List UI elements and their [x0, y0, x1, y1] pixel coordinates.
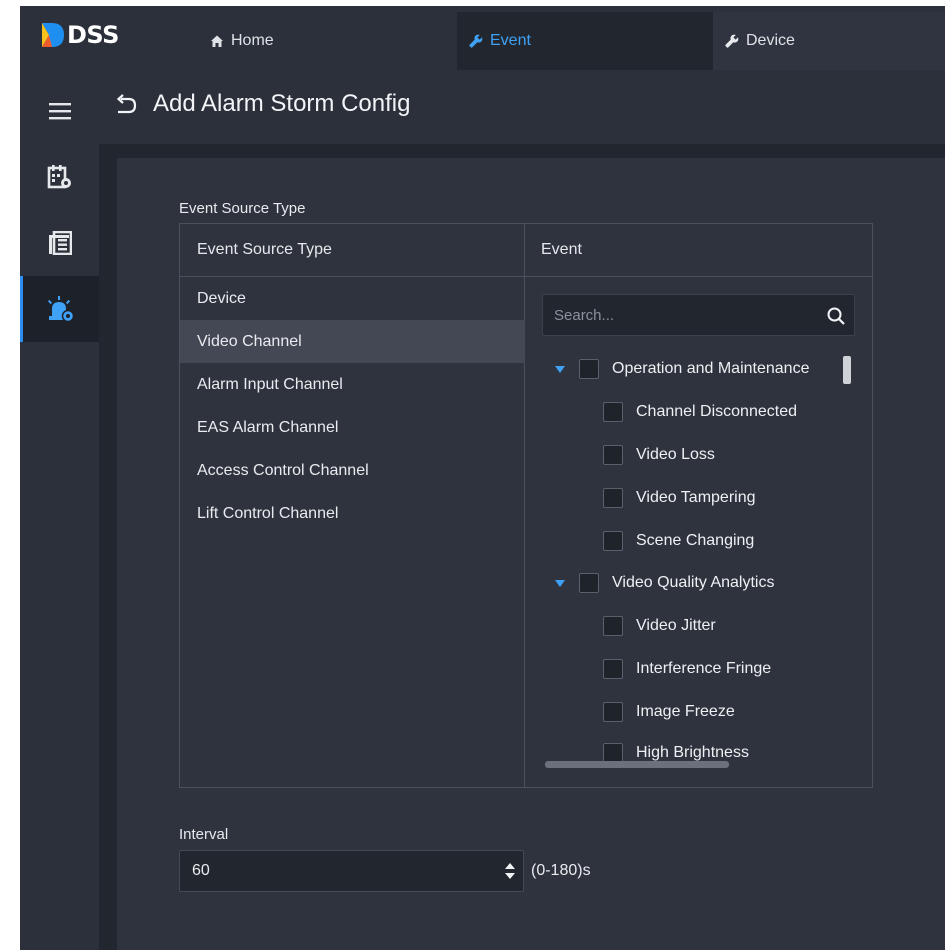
checkbox[interactable]	[603, 531, 623, 551]
event-search-input[interactable]	[543, 295, 813, 335]
calendar-gear-icon	[47, 165, 71, 189]
back-button[interactable]	[115, 94, 137, 121]
page-title: Add Alarm Storm Config	[153, 90, 411, 117]
checkbox[interactable]	[579, 573, 599, 593]
horizontal-scrollbar[interactable]	[545, 761, 729, 768]
event-search	[542, 294, 855, 336]
checkbox[interactable]	[603, 702, 623, 722]
side-rail	[20, 70, 99, 950]
dss-logo[interactable]: DSS	[40, 20, 119, 50]
interval-stepper	[179, 850, 524, 892]
interval-range-note: (0-180)s	[531, 862, 591, 879]
app-window: DSS Home Event Device Add Alarm Storm Co…	[20, 6, 945, 950]
checkbox[interactable]	[603, 659, 623, 679]
tree-leaf-label: Interference Fringe	[636, 660, 772, 677]
event-tree: Operation and Maintenance Channel Discon…	[525, 352, 872, 764]
top-bar: DSS Home Event Device	[20, 6, 945, 70]
tree-group-row[interactable]: Operation and Maintenance	[555, 356, 809, 382]
alarm-gear-icon	[47, 296, 75, 323]
event-header: Event	[525, 224, 872, 277]
source-type-item[interactable]: Access Control Channel	[180, 449, 525, 492]
event-source-panel: Event Source Type Device Video Channel A…	[179, 223, 873, 788]
tree-leaf-row[interactable]: Scene Changing	[603, 528, 754, 554]
tree-leaf-row[interactable]: Image Freeze	[603, 699, 735, 725]
tree-leaf-label: Video Jitter	[636, 617, 716, 634]
tree-leaf-label: Scene Changing	[636, 532, 755, 549]
tree-leaf-row[interactable]: Video Loss	[603, 442, 715, 468]
source-type-item[interactable]: Lift Control Channel	[180, 492, 525, 535]
source-type-item-selected[interactable]: Video Channel	[180, 320, 525, 363]
tree-leaf-row[interactable]: Video Tampering	[603, 485, 756, 511]
event-column: Event Operation and Maintenance Channel …	[525, 224, 872, 787]
tree-group-label: Video Quality Analytics	[612, 574, 775, 591]
checkbox[interactable]	[579, 359, 599, 379]
expand-arrow-icon[interactable]	[555, 365, 565, 373]
checkbox[interactable]	[603, 445, 623, 465]
wrench-icon	[469, 34, 483, 48]
interval-input[interactable]	[180, 851, 480, 891]
list-icon	[48, 231, 72, 255]
tree-leaf-label: Video Loss	[636, 446, 715, 463]
tree-group-row[interactable]: Video Quality Analytics	[555, 570, 774, 596]
rail-item-alarm-config[interactable]	[20, 276, 99, 342]
tree-leaf-row[interactable]: Interference Fringe	[603, 656, 771, 682]
dss-logo-mark	[42, 23, 64, 47]
interval-label: Interval	[179, 826, 229, 843]
tree-leaf-row[interactable]: Video Jitter	[603, 613, 716, 639]
tree-leaf-row[interactable]: Channel Disconnected	[603, 399, 797, 425]
logo-text: DSS	[67, 21, 119, 49]
tree-leaf-label: High Brightness	[636, 744, 749, 761]
tab-device[interactable]: Device	[713, 12, 945, 70]
tree-leaf-label: Image Freeze	[636, 703, 735, 720]
checkbox[interactable]	[603, 488, 623, 508]
rail-item-schedule[interactable]	[20, 144, 99, 210]
search-icon[interactable]	[826, 306, 846, 326]
page-header: Add Alarm Storm Config	[99, 70, 945, 144]
tab-event-label: Event	[490, 32, 531, 49]
source-type-header: Event Source Type	[180, 224, 525, 277]
source-type-column: Event Source Type Device Video Channel A…	[180, 224, 525, 787]
source-type-list: Device Video Channel Alarm Input Channel…	[180, 277, 525, 535]
source-type-item[interactable]: EAS Alarm Channel	[180, 406, 525, 449]
checkbox[interactable]	[603, 402, 623, 422]
wrench-icon	[725, 34, 739, 48]
event-source-section-label: Event Source Type	[179, 200, 306, 217]
source-type-item[interactable]: Alarm Input Channel	[180, 363, 525, 406]
tree-leaf-label: Channel Disconnected	[636, 403, 797, 420]
home-icon	[210, 34, 224, 48]
checkbox[interactable]	[603, 616, 623, 636]
source-type-item[interactable]: Device	[180, 277, 525, 320]
tab-home-label: Home	[231, 32, 274, 49]
rail-item-list[interactable]	[20, 210, 99, 276]
tree-group-label: Operation and Maintenance	[612, 360, 810, 377]
vertical-scrollbar[interactable]	[843, 356, 851, 384]
tab-event[interactable]: Event	[457, 12, 713, 70]
tab-home[interactable]: Home	[210, 12, 455, 70]
tab-device-label: Device	[746, 32, 795, 49]
expand-arrow-icon[interactable]	[555, 579, 565, 587]
menu-toggle-button[interactable]	[20, 78, 99, 144]
checkbox[interactable]	[603, 743, 623, 763]
tree-leaf-label: Video Tampering	[636, 489, 756, 506]
back-arrow-icon	[116, 94, 137, 114]
spin-arrows-icon[interactable]	[504, 861, 516, 881]
menu-icon	[48, 103, 71, 120]
